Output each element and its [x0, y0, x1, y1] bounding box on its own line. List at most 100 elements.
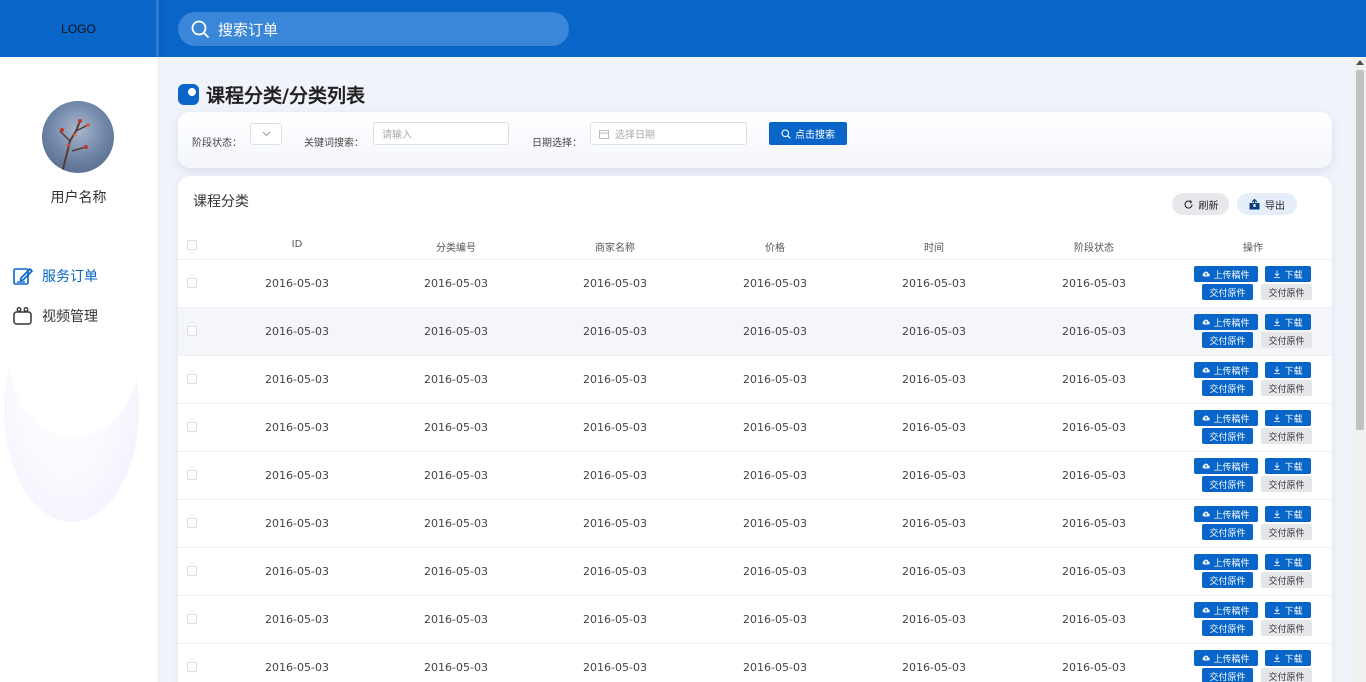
search-button[interactable]: 点击搜索	[769, 122, 847, 145]
refresh-label: 刷新	[1198, 200, 1219, 212]
refresh-button[interactable]: 刷新	[1172, 193, 1229, 215]
table-row[interactable]: 2016-05-03 2016-05-03 2016-05-03 2016-05-03…	[178, 499, 1332, 547]
download-button[interactable]: 下载	[1265, 506, 1311, 522]
row-checkbox[interactable]	[187, 470, 197, 480]
chevron-down-icon	[262, 131, 270, 137]
row-checkbox[interactable]	[187, 566, 197, 576]
deliver-original-secondary-button[interactable]: 交付原件	[1261, 524, 1312, 540]
select-all-checkbox[interactable]	[187, 240, 197, 250]
deliver-original-secondary-button[interactable]: 交付原件	[1261, 476, 1312, 492]
table-cell: 2016-05-03	[424, 325, 488, 338]
table-row[interactable]: 2016-05-03 2016-05-03 2016-05-03 2016-05-03…	[178, 259, 1332, 307]
table-cell: 2016-05-03	[424, 277, 488, 290]
deliver-original-button[interactable]: 交付原件	[1202, 332, 1253, 348]
deliver-original-secondary-button[interactable]: 交付原件	[1261, 572, 1312, 588]
upload-manuscript-button[interactable]: 上传稿件	[1194, 314, 1258, 330]
deliver-original-button[interactable]: 交付原件	[1202, 572, 1253, 588]
upload-manuscript-button[interactable]: 上传稿件	[1194, 506, 1258, 522]
table-row[interactable]: 2016-05-03 2016-05-03 2016-05-03 2016-05-03…	[178, 643, 1332, 682]
upload-manuscript-button[interactable]: 上传稿件	[1194, 410, 1258, 426]
header-divider	[156, 0, 159, 57]
column-header[interactable]: 分类编号	[436, 239, 476, 254]
upload-manuscript-button[interactable]: 上传稿件	[1194, 554, 1258, 570]
deliver-label: 交付原件	[1209, 288, 1246, 299]
sidebar-item-video-management[interactable]: 视频管理	[12, 304, 98, 328]
download-button[interactable]: 下载	[1265, 410, 1311, 426]
deliver-label: 交付原件	[1209, 528, 1246, 539]
table-row[interactable]: 2016-05-03 2016-05-03 2016-05-03 2016-05-03…	[178, 595, 1332, 643]
deliver-secondary-label: 交付原件	[1268, 288, 1305, 299]
row-checkbox[interactable]	[187, 518, 197, 528]
scrollbar-thumb[interactable]	[1356, 70, 1364, 430]
table-row[interactable]: 2016-05-03 2016-05-03 2016-05-03 2016-05-03…	[178, 451, 1332, 499]
table-cell: 2016-05-03	[583, 277, 647, 290]
keyword-input[interactable]: 请输入	[373, 122, 509, 145]
column-header[interactable]: 商家名称	[595, 239, 635, 254]
download-button[interactable]: 下载	[1265, 650, 1311, 666]
deliver-original-secondary-button[interactable]: 交付原件	[1261, 380, 1312, 396]
export-icon	[1249, 198, 1260, 209]
search-input[interactable]: 搜索订单	[218, 19, 278, 40]
table-row[interactable]: 2016-05-03 2016-05-03 2016-05-03 2016-05-03…	[178, 307, 1332, 355]
scroll-up-arrow[interactable]	[1356, 60, 1364, 65]
deliver-original-button[interactable]: 交付原件	[1202, 668, 1253, 682]
upload-manuscript-button[interactable]: 上传稿件	[1194, 266, 1258, 282]
deliver-original-secondary-button[interactable]: 交付原件	[1261, 620, 1312, 636]
order-search-bar[interactable]: 搜索订单	[178, 12, 569, 46]
table-row[interactable]: 2016-05-03 2016-05-03 2016-05-03 2016-05-03…	[178, 355, 1332, 403]
cloud-upload-icon	[1203, 319, 1211, 325]
deliver-original-button[interactable]: 交付原件	[1202, 476, 1253, 492]
avatar[interactable]	[42, 101, 114, 173]
upload-manuscript-button[interactable]: 上传稿件	[1194, 602, 1258, 618]
download-button[interactable]: 下载	[1265, 266, 1311, 282]
deliver-original-secondary-button[interactable]: 交付原件	[1261, 332, 1312, 348]
deliver-original-button[interactable]: 交付原件	[1202, 620, 1253, 636]
download-button[interactable]: 下载	[1265, 554, 1311, 570]
table-row[interactable]: 2016-05-03 2016-05-03 2016-05-03 2016-05-03…	[178, 403, 1332, 451]
column-header[interactable]: 时间	[924, 239, 944, 254]
cloud-upload-icon	[1203, 463, 1211, 469]
download-label: 下载	[1284, 462, 1303, 473]
deliver-original-button[interactable]: 交付原件	[1202, 428, 1253, 444]
table-cell: 2016-05-03	[1062, 325, 1126, 338]
download-button[interactable]: 下载	[1265, 602, 1311, 618]
row-checkbox[interactable]	[187, 422, 197, 432]
deliver-original-button[interactable]: 交付原件	[1202, 524, 1253, 540]
table-row[interactable]: 2016-05-03 2016-05-03 2016-05-03 2016-05-03…	[178, 547, 1332, 595]
deliver-original-secondary-button[interactable]: 交付原件	[1261, 284, 1312, 300]
upload-manuscript-button[interactable]: 上传稿件	[1194, 362, 1258, 378]
download-label: 下载	[1284, 654, 1303, 665]
row-checkbox[interactable]	[187, 662, 197, 672]
deliver-original-secondary-button[interactable]: 交付原件	[1261, 428, 1312, 444]
download-label: 下载	[1284, 558, 1303, 569]
deliver-original-button[interactable]: 交付原件	[1202, 284, 1253, 300]
download-button[interactable]: 下载	[1265, 362, 1311, 378]
cloud-upload-icon	[1203, 367, 1211, 373]
date-picker[interactable]: 选择日期	[590, 122, 747, 145]
upload-manuscript-button[interactable]: 上传稿件	[1194, 650, 1258, 666]
category-icon	[178, 83, 199, 105]
row-checkbox[interactable]	[187, 326, 197, 336]
table-title: 课程分类	[193, 194, 249, 210]
export-button[interactable]: 导出	[1237, 193, 1297, 215]
download-button[interactable]: 下载	[1265, 458, 1311, 474]
stage-status-select[interactable]	[250, 123, 282, 145]
table-cell: 2016-05-03	[902, 517, 966, 530]
row-checkbox[interactable]	[187, 278, 197, 288]
deliver-secondary-label: 交付原件	[1268, 528, 1305, 539]
sidebar-item-service-orders[interactable]: 服务订单	[12, 264, 98, 288]
upload-manuscript-button[interactable]: 上传稿件	[1194, 458, 1258, 474]
column-header[interactable]: ID	[292, 239, 303, 250]
row-checkbox[interactable]	[187, 614, 197, 624]
deliver-original-button[interactable]: 交付原件	[1202, 380, 1253, 396]
column-header[interactable]: 价格	[765, 239, 785, 254]
download-button[interactable]: 下载	[1265, 314, 1311, 330]
download-icon	[1274, 654, 1281, 662]
table-cell: 2016-05-03	[1062, 421, 1126, 434]
table-cell: 2016-05-03	[424, 661, 488, 674]
column-header[interactable]: 阶段状态	[1074, 239, 1114, 254]
logo[interactable]: LOGO	[0, 0, 157, 57]
row-checkbox[interactable]	[187, 374, 197, 384]
table-cell: 2016-05-03	[424, 373, 488, 386]
deliver-original-secondary-button[interactable]: 交付原件	[1261, 668, 1312, 682]
